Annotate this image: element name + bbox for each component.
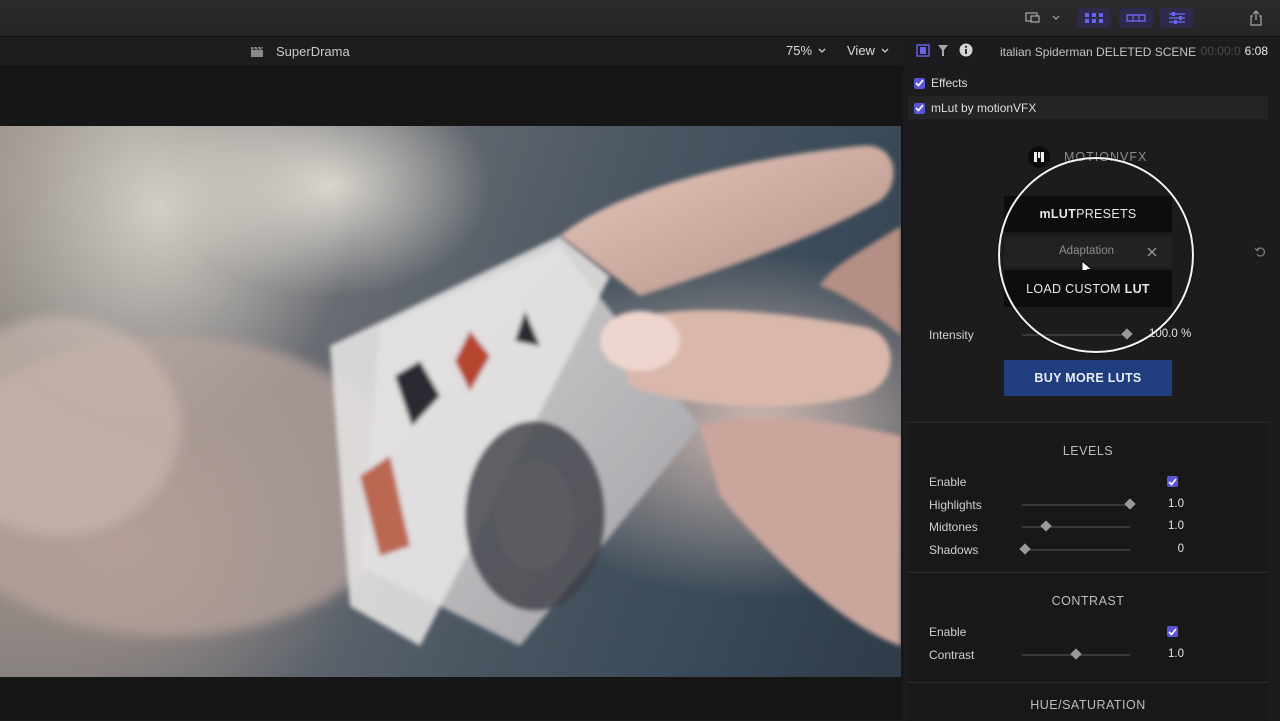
- intensity-number: 100.0: [1149, 328, 1178, 340]
- chevron-down-icon: [818, 48, 826, 53]
- monitor-icon: [1025, 12, 1060, 23]
- contrast-enable-checkbox[interactable]: [1167, 626, 1178, 637]
- highlights-slider[interactable]: [1022, 504, 1130, 506]
- checkmark-icon: [1168, 477, 1177, 486]
- midtones-slider[interactable]: [1022, 526, 1130, 528]
- midtones-label: Midtones: [929, 520, 978, 534]
- timeline-icon: [1126, 14, 1146, 22]
- effect-mlut-row[interactable]: mLut by motionVFX: [914, 101, 1036, 115]
- brand-name: MOTIONVFX: [1064, 150, 1148, 164]
- view-menu[interactable]: View: [847, 43, 889, 58]
- levels-enable-checkbox[interactable]: [1167, 476, 1178, 487]
- inspector-panel: italian Spiderman DELETED SCENE 00:00:0 6…: [904, 37, 1280, 721]
- shadows-slider[interactable]: [1022, 549, 1130, 551]
- effects-checkbox[interactable]: [914, 77, 925, 89]
- video-frame-image: [0, 145, 901, 646]
- levels-enable-label: Enable: [929, 475, 967, 489]
- share-icon: [1250, 10, 1262, 26]
- timecode-dim: 00:00:0: [1200, 44, 1241, 58]
- shadows-label: Shadows: [929, 543, 979, 557]
- effects-row[interactable]: Effects: [914, 76, 967, 90]
- close-icon[interactable]: [1147, 247, 1157, 257]
- effect-mlut-checkbox[interactable]: [914, 102, 925, 114]
- film-icon[interactable]: [916, 44, 930, 57]
- checkmark-icon: [915, 104, 924, 112]
- filter-icon[interactable]: [937, 44, 949, 57]
- grid-icon: [1085, 13, 1103, 23]
- brand-logo: MOTIONVFX: [1028, 146, 1147, 168]
- highlights-value: 1.0: [1168, 498, 1184, 510]
- contrast-value: 1.0: [1168, 648, 1184, 660]
- mlut-presets-button[interactable]: mLUT PRESETS: [1004, 196, 1172, 232]
- project-title: SuperDrama: [276, 44, 350, 59]
- reset-icon[interactable]: [1254, 246, 1266, 258]
- sliders-icon: [1169, 12, 1185, 24]
- video-frame: [0, 126, 901, 677]
- inspector-header: italian Spiderman DELETED SCENE 00:00:0 6…: [904, 37, 1280, 65]
- timeline-toggle-button[interactable]: [1119, 8, 1153, 28]
- clapperboard-icon: [251, 46, 264, 57]
- adaptation-label: Adaptation: [1059, 245, 1114, 257]
- load-label: LOAD CUSTOM: [1026, 281, 1125, 296]
- presets-bold-label: mLUT: [1039, 207, 1077, 221]
- viewer-title: SuperDrama: [250, 44, 350, 59]
- view-label: View: [847, 43, 875, 58]
- info-icon[interactable]: [959, 43, 973, 57]
- viewer-bottom: [0, 677, 903, 720]
- effects-label: Effects: [931, 76, 968, 90]
- intensity-value: 100.0 %: [1149, 328, 1191, 340]
- inspector-toggle-button[interactable]: [1160, 8, 1194, 28]
- hue-saturation-title: HUE/SATURATION: [1030, 698, 1146, 712]
- buy-more-luts-button[interactable]: BUY MORE LUTS: [1004, 360, 1172, 396]
- midtones-value: 1.0: [1168, 520, 1184, 532]
- shadows-value: 0: [1177, 543, 1184, 555]
- contrast-title: CONTRAST: [1051, 594, 1125, 608]
- contrast-slider-knob[interactable]: [1070, 648, 1082, 660]
- browser-toggle-button[interactable]: [1077, 8, 1111, 28]
- timecode: 00:00:0 6:08: [1201, 44, 1268, 58]
- share-button[interactable]: [1242, 8, 1270, 28]
- contrast-section: CONTRAST Enable Contrast 1.0: [908, 572, 1268, 683]
- checkmark-icon: [1168, 627, 1177, 636]
- load-bold-label: LUT: [1124, 281, 1150, 296]
- hue-saturation-section: HUE/SATURATION: [908, 682, 1268, 721]
- highlights-label: Highlights: [929, 498, 982, 512]
- viewer-header: SuperDrama 75% View: [0, 37, 903, 65]
- zoom-label: 75%: [786, 43, 813, 58]
- intensity-label: Intensity: [929, 328, 974, 342]
- levels-title: LEVELS: [1062, 444, 1114, 458]
- intensity-slider[interactable]: [1022, 334, 1127, 336]
- effect-mlut-label: mLut by motionVFX: [931, 101, 1037, 115]
- chevron-down-icon: [881, 48, 889, 53]
- checkmark-icon: [915, 79, 924, 87]
- highlights-slider-knob[interactable]: [1124, 498, 1136, 510]
- intensity-slider-knob[interactable]: [1121, 328, 1133, 340]
- timecode-value: 6:08: [1244, 44, 1268, 58]
- midtones-slider-knob[interactable]: [1040, 520, 1052, 532]
- load-custom-lut-button[interactable]: LOAD CUSTOM LUT: [1004, 270, 1172, 307]
- chevron-down-icon: [1052, 15, 1060, 20]
- top-toolbar: [0, 0, 1280, 37]
- levels-section: LEVELS Enable Highlights 1.0 Midtones 1.…: [908, 422, 1268, 573]
- motionvfx-logo-icon: [1028, 146, 1050, 168]
- shadows-slider-knob[interactable]: [1019, 543, 1031, 555]
- display-options-button[interactable]: [1020, 8, 1064, 28]
- clip-name: italian Spiderman DELETED SCENE: [1000, 45, 1197, 59]
- buy-label: BUY MORE LUTS: [1034, 371, 1142, 385]
- contrast-enable-label: Enable: [929, 625, 967, 639]
- presets-label: PRESETS: [1076, 207, 1137, 221]
- intensity-unit: %: [1180, 328, 1192, 340]
- contrast-label: Contrast: [929, 648, 975, 662]
- zoom-menu[interactable]: 75%: [786, 43, 826, 58]
